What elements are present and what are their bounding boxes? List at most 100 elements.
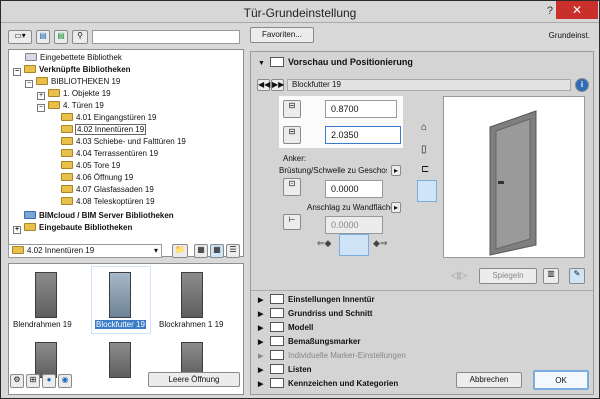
- view-icons-button[interactable]: ▦: [194, 244, 208, 258]
- search-icon[interactable]: ⚲: [72, 30, 88, 44]
- tree-item-glasfassaden[interactable]: 4.07 Glasfassaden 19: [61, 184, 154, 196]
- pen-icon[interactable]: ✎: [569, 268, 585, 284]
- collapse-icon[interactable]: −: [25, 80, 33, 88]
- library-manager-icon[interactable]: ▤: [36, 30, 50, 44]
- settings-section-icon: [270, 294, 284, 304]
- tree-item-embedded[interactable]: Eingebettete Bibliothek: [25, 52, 122, 64]
- library-panel: ▭▾ ▤ ▤ ⚲ Eingebettete Bibliothek − Verknü…: [8, 27, 244, 395]
- folder-icon: [61, 197, 73, 205]
- search-input[interactable]: [92, 30, 240, 44]
- sill-menu-button[interactable]: ▸: [391, 165, 401, 176]
- tree-item-innentueren[interactable]: 4.02 Innentüren 19: [61, 124, 147, 136]
- section-model[interactable]: ▶ Modell: [258, 322, 586, 334]
- folder-icon: [61, 161, 73, 169]
- width-icon: ⊟: [283, 100, 301, 118]
- tree-item-bibliotheken[interactable]: − BIBLIOTHEKEN 19: [25, 76, 120, 88]
- sill-field[interactable]: 0.0000: [325, 180, 383, 198]
- view-options-icon[interactable]: ▭▾: [8, 30, 32, 44]
- reveal-menu-button[interactable]: ▸: [391, 202, 401, 213]
- collapse-icon[interactable]: −: [37, 104, 45, 112]
- door-thumbnail-icon: [109, 272, 131, 318]
- width-field[interactable]: 0.8700: [325, 100, 397, 118]
- window-title: Tür-Grundeinstellung: [243, 6, 357, 20]
- door-thumbnail-icon: [109, 342, 131, 378]
- tree-item-terrasse[interactable]: 4.04 Terrassentüren 19: [61, 148, 158, 160]
- ok-button[interactable]: OK: [533, 370, 589, 390]
- folder-icon: [12, 246, 24, 254]
- tree-item-schiebe[interactable]: 4.03 Schiebe- und Falttüren 19: [61, 136, 186, 148]
- section-marker-settings[interactable]: ▶ Individuelle Marker-Einstellungen: [258, 350, 586, 362]
- plan-section-icon: [270, 308, 284, 318]
- view-plan-icon[interactable]: ▯: [421, 144, 427, 155]
- collapse-icon[interactable]: −: [13, 68, 21, 76]
- info-icon[interactable]: i: [575, 78, 589, 92]
- view-grid-button[interactable]: ▦: [210, 244, 224, 258]
- section-panel: ▼ Vorschau und Positionierung ◀◀ ▶▶ Block…: [250, 51, 594, 395]
- anchor-right-icon[interactable]: ◆⇒: [373, 238, 387, 249]
- sill-label: Brüstung/Schwelle zu Geschoss 0: [279, 166, 387, 175]
- tree-item-eingangstueren[interactable]: 4.01 Eingangstüren 19: [61, 112, 157, 124]
- close-button[interactable]: ✕: [556, 1, 598, 19]
- folder-icon: [48, 101, 60, 109]
- chevron-down-icon: ▾: [153, 246, 158, 255]
- triangle-right-icon: ▶: [258, 353, 264, 360]
- section-plan-section[interactable]: ▶ Grundriss und Schnitt: [258, 308, 586, 320]
- tree-item-bimcloud[interactable]: BIMcloud / BIM Server Bibliotheken: [13, 210, 174, 222]
- tree-item-builtin[interactable]: + Eingebaute Bibliotheken: [13, 222, 132, 234]
- preview-window[interactable]: [443, 96, 585, 258]
- bimobject-icon[interactable]: ◉: [58, 374, 72, 388]
- help-icon[interactable]: ?: [547, 5, 553, 17]
- section-header-preview[interactable]: ▼ Vorschau und Positionierung: [258, 56, 586, 68]
- cloud-folder-icon: [24, 211, 36, 219]
- next-object-button[interactable]: ▶▶: [271, 79, 284, 91]
- view-list-button[interactable]: ☰: [226, 244, 240, 258]
- view-model-icon[interactable]: [417, 180, 437, 202]
- library-settings-icon[interactable]: ⚙: [10, 374, 24, 388]
- empty-opening-button[interactable]: Leere Öffnung: [148, 372, 240, 387]
- anchor-center-icon[interactable]: [339, 234, 369, 256]
- reveal-label: Anschlag zu Wandfläche: [307, 203, 395, 212]
- section-settings-door[interactable]: ▶ Einstellungen Innentür: [258, 294, 586, 306]
- folder-icon: [61, 125, 73, 133]
- door-thumbnail-icon: [35, 272, 57, 318]
- expand-icon[interactable]: +: [37, 92, 45, 100]
- add-library-icon[interactable]: ▤: [54, 30, 68, 44]
- folder-icon: [61, 149, 73, 157]
- folder-icon: [61, 185, 73, 193]
- dialog-window: Tür-Grundeinstellung ? ✕ ▭▾ ▤ ▤ ⚲ Eingeb…: [0, 0, 600, 399]
- height-field[interactable]: 2.0350: [325, 126, 401, 144]
- globe-icon[interactable]: ●: [42, 374, 56, 388]
- folder-icon: [48, 89, 60, 97]
- tree-item-tore[interactable]: 4.05 Tore 19: [61, 160, 120, 172]
- cancel-button[interactable]: Abbrechen: [456, 372, 522, 388]
- tree-item-tueren[interactable]: −4. Türen 19: [37, 100, 104, 112]
- view-section-icon[interactable]: ⊏: [421, 164, 429, 175]
- folder-dropdown[interactable]: 4.02 Innentüren 19 ▾: [8, 244, 162, 258]
- sill-icon: ⊡: [283, 178, 301, 196]
- reveal-field[interactable]: 0.0000: [325, 216, 383, 234]
- tree-item-objekte[interactable]: +1. Objekte 19: [37, 88, 111, 100]
- mirror-button[interactable]: Spiegeln: [479, 268, 537, 284]
- open-folder-icon[interactable]: 📁: [172, 244, 188, 258]
- tree-item-linked[interactable]: − Verknüpfte Bibliotheken: [13, 64, 131, 76]
- mirror-flip-icon[interactable]: ▥: [543, 268, 559, 284]
- triangle-right-icon: ▶: [258, 297, 264, 304]
- title-bar: Tür-Grundeinstellung ? ✕: [1, 1, 599, 23]
- anchor-left-icon[interactable]: ⇐◆: [317, 238, 331, 249]
- dimension-marker-icon: [270, 336, 284, 346]
- tree-item-oeffnung[interactable]: 4.06 Öffnung 19: [61, 172, 133, 184]
- section-dimension-marker[interactable]: ▶ Bemaßungsmarker: [258, 336, 586, 348]
- favorites-button[interactable]: Favoriten...: [250, 27, 314, 43]
- folder-icon: [24, 223, 36, 231]
- expand-icon[interactable]: +: [13, 226, 21, 234]
- folder-icon: [36, 77, 48, 85]
- library-tree[interactable]: Eingebettete Bibliothek − Verknüpfte Bibl…: [8, 49, 244, 257]
- triangle-down-icon: ▼: [258, 60, 265, 67]
- door-thumbnail-icon: [35, 342, 57, 378]
- library-add-icon[interactable]: ⊞: [26, 374, 40, 388]
- tree-item-teleskop[interactable]: 4.08 Teleskoptüren 19: [61, 196, 155, 208]
- prev-object-button[interactable]: ◀◀: [257, 79, 270, 91]
- divider: [251, 290, 593, 291]
- view-3d-icon[interactable]: ⌂: [421, 122, 427, 133]
- folder-icon: [61, 137, 73, 145]
